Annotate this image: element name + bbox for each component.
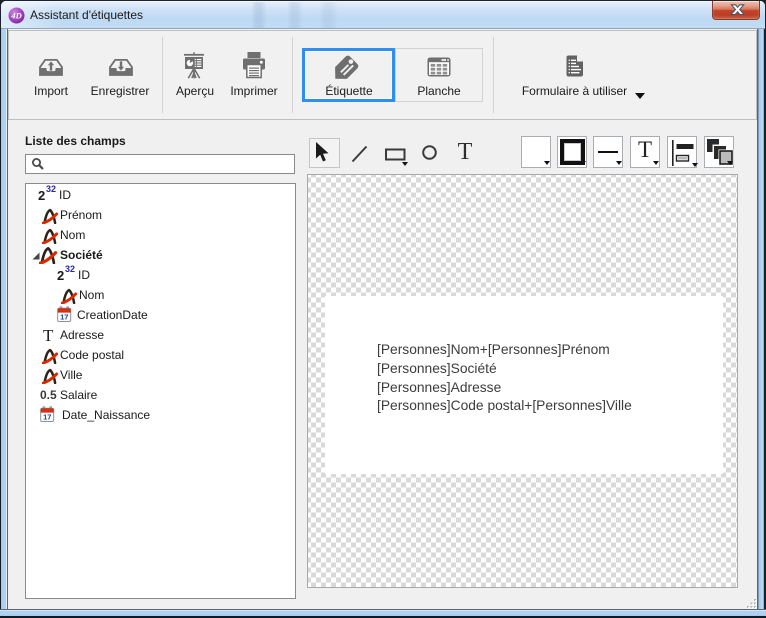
svg-text:17: 17 (43, 413, 51, 422)
svg-text:4D: 4D (10, 11, 21, 21)
svg-text:17: 17 (60, 313, 68, 322)
